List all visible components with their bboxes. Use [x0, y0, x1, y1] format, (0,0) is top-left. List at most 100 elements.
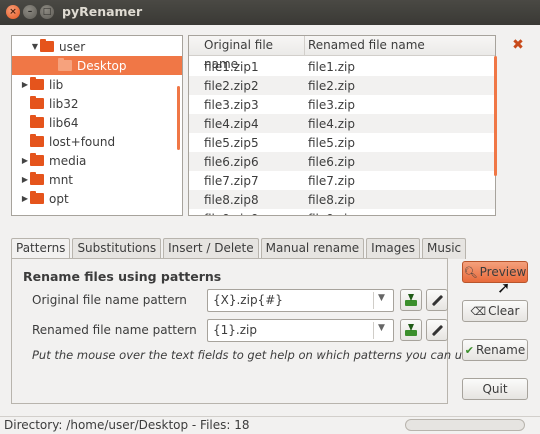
expand-arrow-icon[interactable]: ▶: [20, 194, 30, 203]
renamed-file-name: file3.zip: [308, 97, 355, 112]
download-icon: [405, 294, 417, 306]
folder-icon: [30, 172, 44, 185]
table-row[interactable]: file9.zip9file9.zip: [189, 209, 495, 216]
preview-button[interactable]: 🔍︎ Preview: [462, 261, 528, 283]
tab-images[interactable]: Images: [366, 238, 421, 259]
tree-scrollbar[interactable]: [177, 86, 180, 150]
mouse-cursor-icon: ➚: [497, 278, 511, 297]
renamed-pattern-value[interactable]: {1}.zip: [213, 323, 257, 337]
original-file-name: file9.zip9: [189, 212, 305, 216]
pencil-icon: [431, 294, 444, 307]
quit-label: Quit: [482, 382, 508, 396]
tree-item[interactable]: Desktop: [12, 56, 182, 75]
clear-label: Clear: [488, 304, 520, 318]
renamed-pattern-combo[interactable]: {1}.zip ▼: [207, 319, 394, 342]
expand-arrow-icon[interactable]: ▶: [20, 175, 30, 184]
tree-item[interactable]: ▼ user: [12, 37, 182, 56]
folder-icon: [30, 191, 44, 204]
tree-item-label: media: [49, 153, 87, 168]
original-file-name: file7.zip7: [204, 173, 259, 188]
tab-patterns[interactable]: Patterns: [11, 238, 71, 260]
table-row[interactable]: file1.zip1 file1.zip: [189, 57, 495, 76]
column-header-renamed[interactable]: Renamed file name: [305, 36, 495, 56]
renamed-file-name: file6.zip: [308, 154, 355, 169]
edit-renamed-pattern-button[interactable]: [426, 319, 448, 341]
combo-separator: [373, 322, 374, 339]
tree-item-label: lib64: [49, 115, 79, 130]
folder-icon: [30, 96, 44, 109]
edit-original-pattern-button[interactable]: [426, 289, 448, 311]
folder-icon: [58, 58, 72, 71]
table-row[interactable]: file3.zip3 file3.zip: [189, 95, 495, 114]
title-bar: × – □ pyRenamer: [0, 0, 540, 25]
renamed-file-name: file4.zip: [308, 116, 355, 131]
original-file-name: file2.zip2: [204, 78, 259, 93]
directory-tree[interactable]: ▼ user Desktop ▶ lib lib32 lib64 lost+found ▶ med…: [11, 35, 183, 216]
minimize-window-button[interactable]: –: [23, 5, 37, 19]
table-row[interactable]: file2.zip2 file2.zip: [189, 76, 495, 95]
folder-icon: [40, 39, 54, 52]
tree-item[interactable]: lost+found: [12, 132, 182, 151]
tab-bar: Patterns Substitutions Insert / Delete M…: [11, 238, 468, 260]
magnifier-icon: 🔍︎: [463, 265, 478, 279]
tree-item[interactable]: lib32: [12, 94, 182, 113]
save-renamed-pattern-button[interactable]: [400, 319, 422, 341]
table-row[interactable]: file4.zip4 file4.zip: [189, 114, 495, 133]
file-list-scrollbar[interactable]: [494, 56, 497, 176]
renamed-file-name: file2.zip: [308, 78, 355, 93]
folder-icon: [30, 77, 44, 90]
combo-separator: [373, 292, 374, 309]
table-row[interactable]: file8.zip8 file8.zip: [189, 190, 495, 209]
panel-title: Rename files using patterns: [23, 269, 222, 284]
renamed-file-name: file1.zip: [308, 59, 355, 74]
pencil-icon: [431, 324, 444, 337]
maximize-window-button[interactable]: □: [40, 5, 54, 19]
table-row[interactable]: file6.zip6 file6.zip: [189, 152, 495, 171]
original-pattern-combo[interactable]: {X}.zip{#} ▼: [207, 289, 394, 312]
tab-manual-rename[interactable]: Manual rename: [260, 238, 365, 259]
help-text: Put the mouse over the text fields to ge…: [32, 348, 476, 362]
patterns-panel: Rename files using patterns Original fil…: [11, 258, 475, 404]
rename-button[interactable]: ✔ Rename: [462, 339, 528, 361]
table-row[interactable]: file5.zip5 file5.zip: [189, 133, 495, 152]
tree-item-label: Desktop: [77, 58, 127, 73]
original-file-name: file5.zip5: [204, 135, 259, 150]
expand-arrow-icon[interactable]: ▶: [20, 156, 30, 165]
table-row[interactable]: file7.zip7 file7.zip: [189, 171, 495, 190]
status-bar: Directory: /home/user/Desktop - Files: 1…: [0, 416, 540, 434]
clear-button[interactable]: ⌫ Clear: [462, 300, 528, 322]
tree-item[interactable]: ▶ lib: [12, 75, 182, 94]
column-header-original[interactable]: Original file name: [189, 36, 305, 71]
tree-item-label: mnt: [49, 172, 73, 187]
download-icon: [405, 324, 417, 336]
tab-music[interactable]: Music: [422, 238, 467, 259]
renamed-file-name: file7.zip: [308, 173, 355, 188]
status-text: Directory: /home/user/Desktop - Files: 1…: [4, 418, 250, 432]
chevron-down-icon[interactable]: ▼: [378, 323, 385, 333]
tab-insert-delete[interactable]: Insert / Delete: [163, 238, 259, 259]
save-original-pattern-button[interactable]: [400, 289, 422, 311]
tree-item[interactable]: ▶ media: [12, 151, 182, 170]
original-file-name: file6.zip6: [204, 154, 259, 169]
folder-icon: [30, 153, 44, 166]
tree-item[interactable]: lib64: [12, 113, 182, 132]
expanded-arrow-icon[interactable]: ▼: [30, 42, 40, 51]
tree-item[interactable]: ▶ mnt: [12, 170, 182, 189]
expand-arrow-icon[interactable]: ▶: [20, 80, 30, 89]
original-pattern-value[interactable]: {X}.zip{#}: [213, 293, 283, 307]
chevron-down-icon[interactable]: ▼: [378, 293, 385, 303]
tree-item-label: opt: [49, 191, 69, 206]
original-file-name: file4.zip4: [204, 116, 259, 131]
folder-icon: [30, 115, 44, 128]
tab-substitutions[interactable]: Substitutions: [72, 238, 162, 259]
original-file-name: file8.zip8: [204, 192, 259, 207]
original-file-name: file1.zip1: [204, 59, 259, 74]
quit-button[interactable]: Quit: [462, 378, 528, 400]
tree-item-label: lib32: [49, 96, 79, 111]
file-list[interactable]: Original file name Renamed file name fil…: [188, 35, 496, 216]
tools-icon[interactable]: ✖: [510, 37, 526, 53]
tree-item-label: lost+found: [49, 134, 116, 149]
close-window-button[interactable]: ×: [6, 5, 20, 19]
tree-item-label: lib: [49, 77, 64, 92]
tree-item[interactable]: ▶ opt: [12, 189, 182, 208]
